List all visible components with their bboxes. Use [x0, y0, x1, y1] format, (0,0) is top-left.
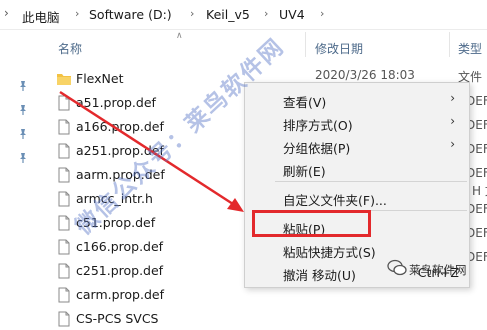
file-icon — [58, 287, 70, 303]
file-row[interactable]: CS-PCS SVCS — [56, 308, 256, 330]
wechat-icon — [387, 259, 407, 276]
file-name: carm.prop.def — [76, 287, 164, 302]
file-icon — [58, 311, 70, 327]
brand-label: 莱鸟软件网 — [409, 263, 467, 277]
annotation-arrow — [59, 90, 244, 212]
file-name: CS-PCS SVCS — [76, 311, 159, 326]
arrow-head — [227, 198, 244, 212]
